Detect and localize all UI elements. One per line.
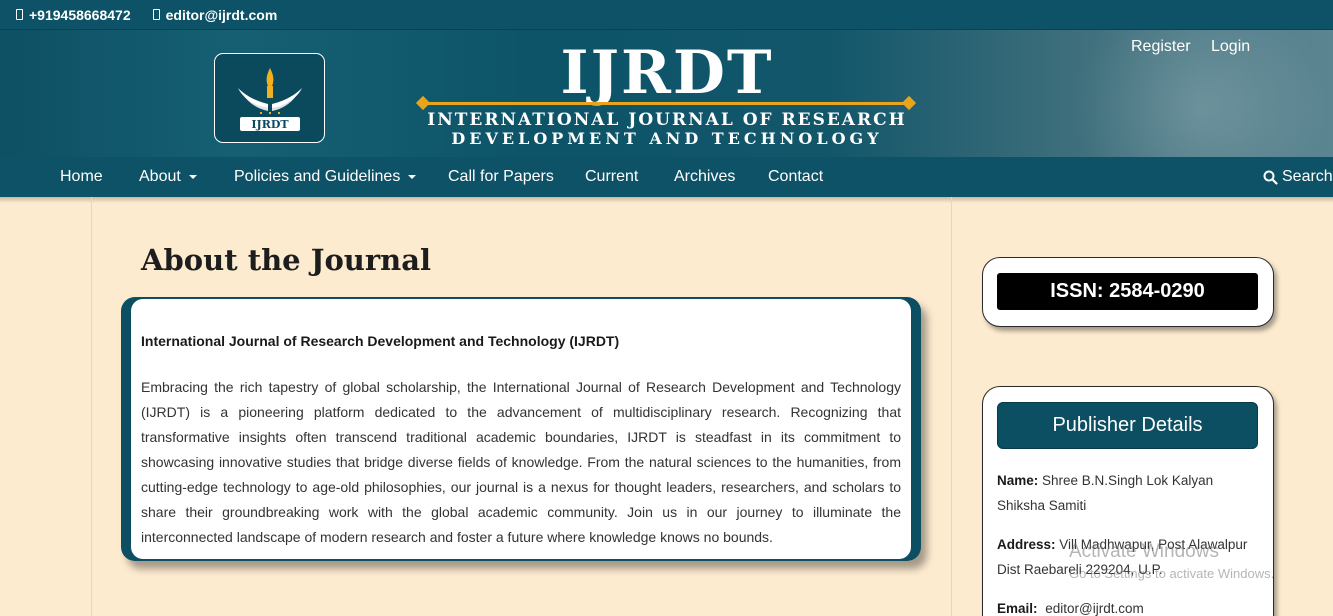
phone-contact[interactable]: +919458668472 (16, 7, 131, 23)
register-link[interactable]: Register (1131, 38, 1191, 56)
envelope-icon (152, 9, 160, 20)
journal-subtitle-line2: DEVELOPMENT AND TECHNOLOGY (451, 129, 883, 148)
nav-call-for-papers[interactable]: Call for Papers (448, 168, 554, 186)
nav-contact-label: Contact (768, 168, 824, 185)
top-contact-bar: +919458668472 editor@ijrdt.com (0, 0, 1333, 30)
publisher-email: Email: editor@ijrdt.com (997, 596, 1259, 616)
journal-acronym: IJRDT (560, 38, 774, 108)
about-card-title: International Journal of Research Develo… (141, 333, 620, 349)
title-divider (422, 102, 912, 105)
issn-badge: ISSN: 2584-0290 (997, 273, 1258, 310)
journal-subtitle-line1: INTERNATIONAL JOURNAL OF RESEARCH (427, 110, 907, 130)
page-title: About the Journal (141, 243, 432, 277)
logo-text: IJRDT (251, 118, 289, 131)
phone-icon (16, 9, 23, 20)
nav-call-for-papers-label: Call for Papers (448, 168, 554, 185)
nav-current-label: Current (585, 168, 639, 185)
publisher-email-value[interactable]: editor@ijrdt.com (1045, 601, 1143, 616)
nav-about-label: About (139, 168, 181, 185)
nav-contact[interactable]: Contact (768, 168, 823, 186)
activate-windows-hint: Go to Settings to activate Windows. (1069, 566, 1275, 581)
nav-home-label: Home (60, 168, 103, 185)
nav-archives-label: Archives (674, 168, 736, 185)
nav-about[interactable]: About (139, 168, 197, 186)
nav-policies-label: Policies and Guidelines (234, 168, 401, 185)
caret-down-icon (188, 175, 197, 179)
nav-current[interactable]: Current (585, 168, 638, 186)
caret-down-icon (408, 175, 417, 179)
site-logo[interactable]: IJRDT (214, 53, 325, 143)
activate-windows-watermark: Activate Windows (1069, 541, 1219, 562)
search-icon (1263, 170, 1278, 185)
publisher-name: Name: Shree B.N.Singh Lok Kalyan Shiksha… (997, 468, 1259, 518)
main-navigation: Home About Policies and Guidelines Call … (0, 157, 1333, 197)
nav-home[interactable]: Home (60, 168, 103, 186)
publisher-address-label: Address: (997, 537, 1056, 552)
nav-policies[interactable]: Policies and Guidelines (234, 168, 417, 186)
about-card-body: Embracing the rich tapestry of global sc… (141, 379, 901, 545)
email-address: editor@ijrdt.com (165, 6, 278, 23)
login-link[interactable]: Login (1211, 38, 1250, 56)
publisher-name-label: Name: (997, 473, 1039, 488)
logo-emblem-icon: IJRDT (237, 68, 302, 131)
nav-search-label: Search (1282, 168, 1333, 185)
header-banner: IJRDT IJRDT INTERNATIONAL JOURNAL OF RES… (0, 30, 1333, 157)
nav-search[interactable]: Search (1263, 168, 1333, 186)
email-contact[interactable]: editor@ijrdt.com (152, 6, 278, 23)
publisher-details-heading: Publisher Details (997, 402, 1258, 449)
phone-number: +919458668472 (29, 6, 131, 23)
nav-archives[interactable]: Archives (674, 168, 735, 186)
publisher-email-label: Email: (997, 601, 1038, 616)
